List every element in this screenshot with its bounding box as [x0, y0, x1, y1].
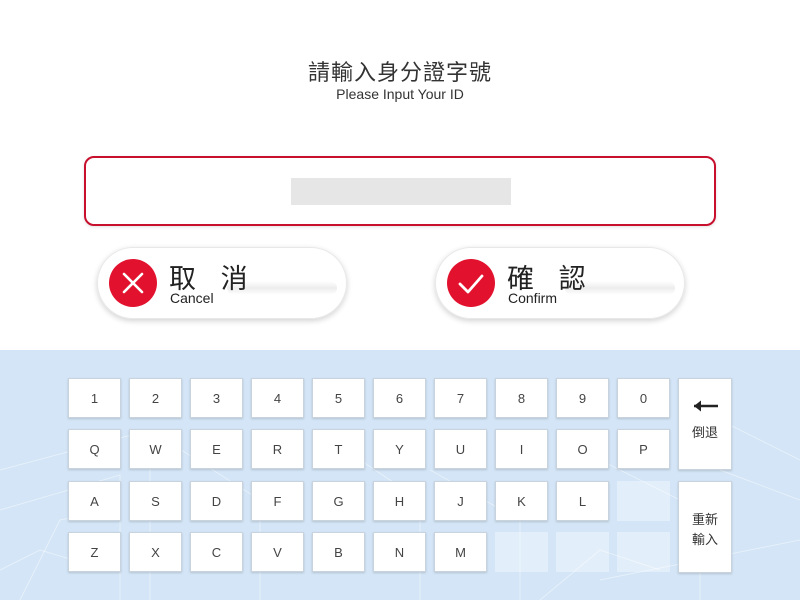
key-e[interactable]: E: [190, 429, 243, 469]
key-label: Q: [89, 442, 100, 457]
blank-key: [495, 532, 548, 572]
key-label: 3: [212, 391, 221, 406]
key-x[interactable]: X: [129, 532, 182, 572]
key-j[interactable]: J: [434, 481, 487, 521]
key-label: V: [273, 545, 282, 560]
key-label: C: [211, 545, 222, 560]
confirm-label-en: Confirm: [508, 290, 558, 306]
key-o[interactable]: O: [556, 429, 609, 469]
blank-key: [617, 481, 670, 521]
page-subtitle: Please Input Your ID: [336, 86, 464, 102]
key-label: 9: [578, 391, 587, 406]
reset-key[interactable]: 重新 輸入: [678, 481, 732, 573]
key-6[interactable]: 6: [373, 378, 426, 418]
reset-label-line1: 重新: [691, 513, 718, 528]
key-h[interactable]: H: [373, 481, 426, 521]
key-label: X: [151, 545, 160, 560]
key-v[interactable]: V: [251, 532, 304, 572]
key-label: E: [212, 442, 221, 457]
key-label: M: [455, 545, 466, 560]
key-q[interactable]: Q: [68, 429, 121, 469]
key-a[interactable]: A: [68, 481, 121, 521]
key-label: J: [457, 494, 464, 509]
key-label: 1: [90, 391, 99, 406]
arrow-left-icon: [694, 400, 718, 412]
key-label: K: [517, 494, 526, 509]
key-label: 6: [395, 391, 404, 406]
key-label: 2: [151, 391, 160, 406]
key-label: Z: [90, 545, 99, 560]
key-8[interactable]: 8: [495, 378, 548, 418]
key-k[interactable]: K: [495, 481, 548, 521]
key-1[interactable]: 1: [68, 378, 121, 418]
key-m[interactable]: M: [434, 532, 487, 572]
key-3[interactable]: 3: [190, 378, 243, 418]
key-label: A: [90, 494, 99, 509]
key-label: W: [149, 442, 162, 457]
key-label: U: [455, 442, 466, 457]
cancel-label-en: Cancel: [170, 290, 214, 306]
key-2[interactable]: 2: [129, 378, 182, 418]
key-p[interactable]: P: [617, 429, 670, 469]
key-s[interactable]: S: [129, 481, 182, 521]
key-y[interactable]: Y: [373, 429, 426, 469]
key-9[interactable]: 9: [556, 378, 609, 418]
key-label: S: [151, 494, 160, 509]
key-l[interactable]: L: [556, 481, 609, 521]
key-7[interactable]: 7: [434, 378, 487, 418]
blank-key: [556, 532, 609, 572]
key-z[interactable]: Z: [68, 532, 121, 572]
key-label: O: [577, 442, 588, 457]
cancel-button[interactable]: 取 消 Cancel: [97, 247, 347, 319]
key-f[interactable]: F: [251, 481, 304, 521]
key-label: N: [394, 545, 405, 560]
key-0[interactable]: 0: [617, 378, 670, 418]
backspace-label: 倒退: [691, 426, 718, 441]
key-n[interactable]: N: [373, 532, 426, 572]
key-label: B: [334, 545, 343, 560]
backspace-key[interactable]: 倒退: [678, 378, 732, 470]
key-label: Y: [395, 442, 404, 457]
key-label: P: [639, 442, 648, 457]
key-label: D: [211, 494, 222, 509]
key-g[interactable]: G: [312, 481, 365, 521]
key-w[interactable]: W: [129, 429, 182, 469]
key-d[interactable]: D: [190, 481, 243, 521]
key-t[interactable]: T: [312, 429, 365, 469]
id-input-value: [291, 178, 511, 205]
key-4[interactable]: 4: [251, 378, 304, 418]
key-label: 8: [517, 391, 526, 406]
key-i[interactable]: I: [495, 429, 548, 469]
reset-label-line2: 輸入: [691, 533, 718, 548]
key-label: 5: [334, 391, 343, 406]
key-label: R: [272, 442, 283, 457]
page-title: 請輸入身分證字號: [307, 61, 492, 86]
confirm-button[interactable]: 確 認 Confirm: [435, 247, 685, 319]
key-label: H: [394, 494, 405, 509]
key-label: 7: [456, 391, 465, 406]
key-label: 4: [273, 391, 282, 406]
virtual-keyboard: 1234567890 QWERTYUIOP ASDFGHJKL ZXCVBNM …: [0, 350, 800, 600]
key-r[interactable]: R: [251, 429, 304, 469]
key-b[interactable]: B: [312, 532, 365, 572]
key-c[interactable]: C: [190, 532, 243, 572]
key-label: L: [578, 494, 587, 509]
key-label: F: [273, 494, 282, 509]
key-label: G: [333, 494, 344, 509]
blank-key: [617, 532, 670, 572]
key-label: T: [334, 442, 343, 457]
check-icon: [447, 259, 495, 307]
key-label: I: [519, 442, 524, 457]
close-icon: [109, 259, 157, 307]
key-5[interactable]: 5: [312, 378, 365, 418]
key-label: 0: [639, 391, 648, 406]
key-u[interactable]: U: [434, 429, 487, 469]
id-input-field[interactable]: [84, 156, 716, 226]
